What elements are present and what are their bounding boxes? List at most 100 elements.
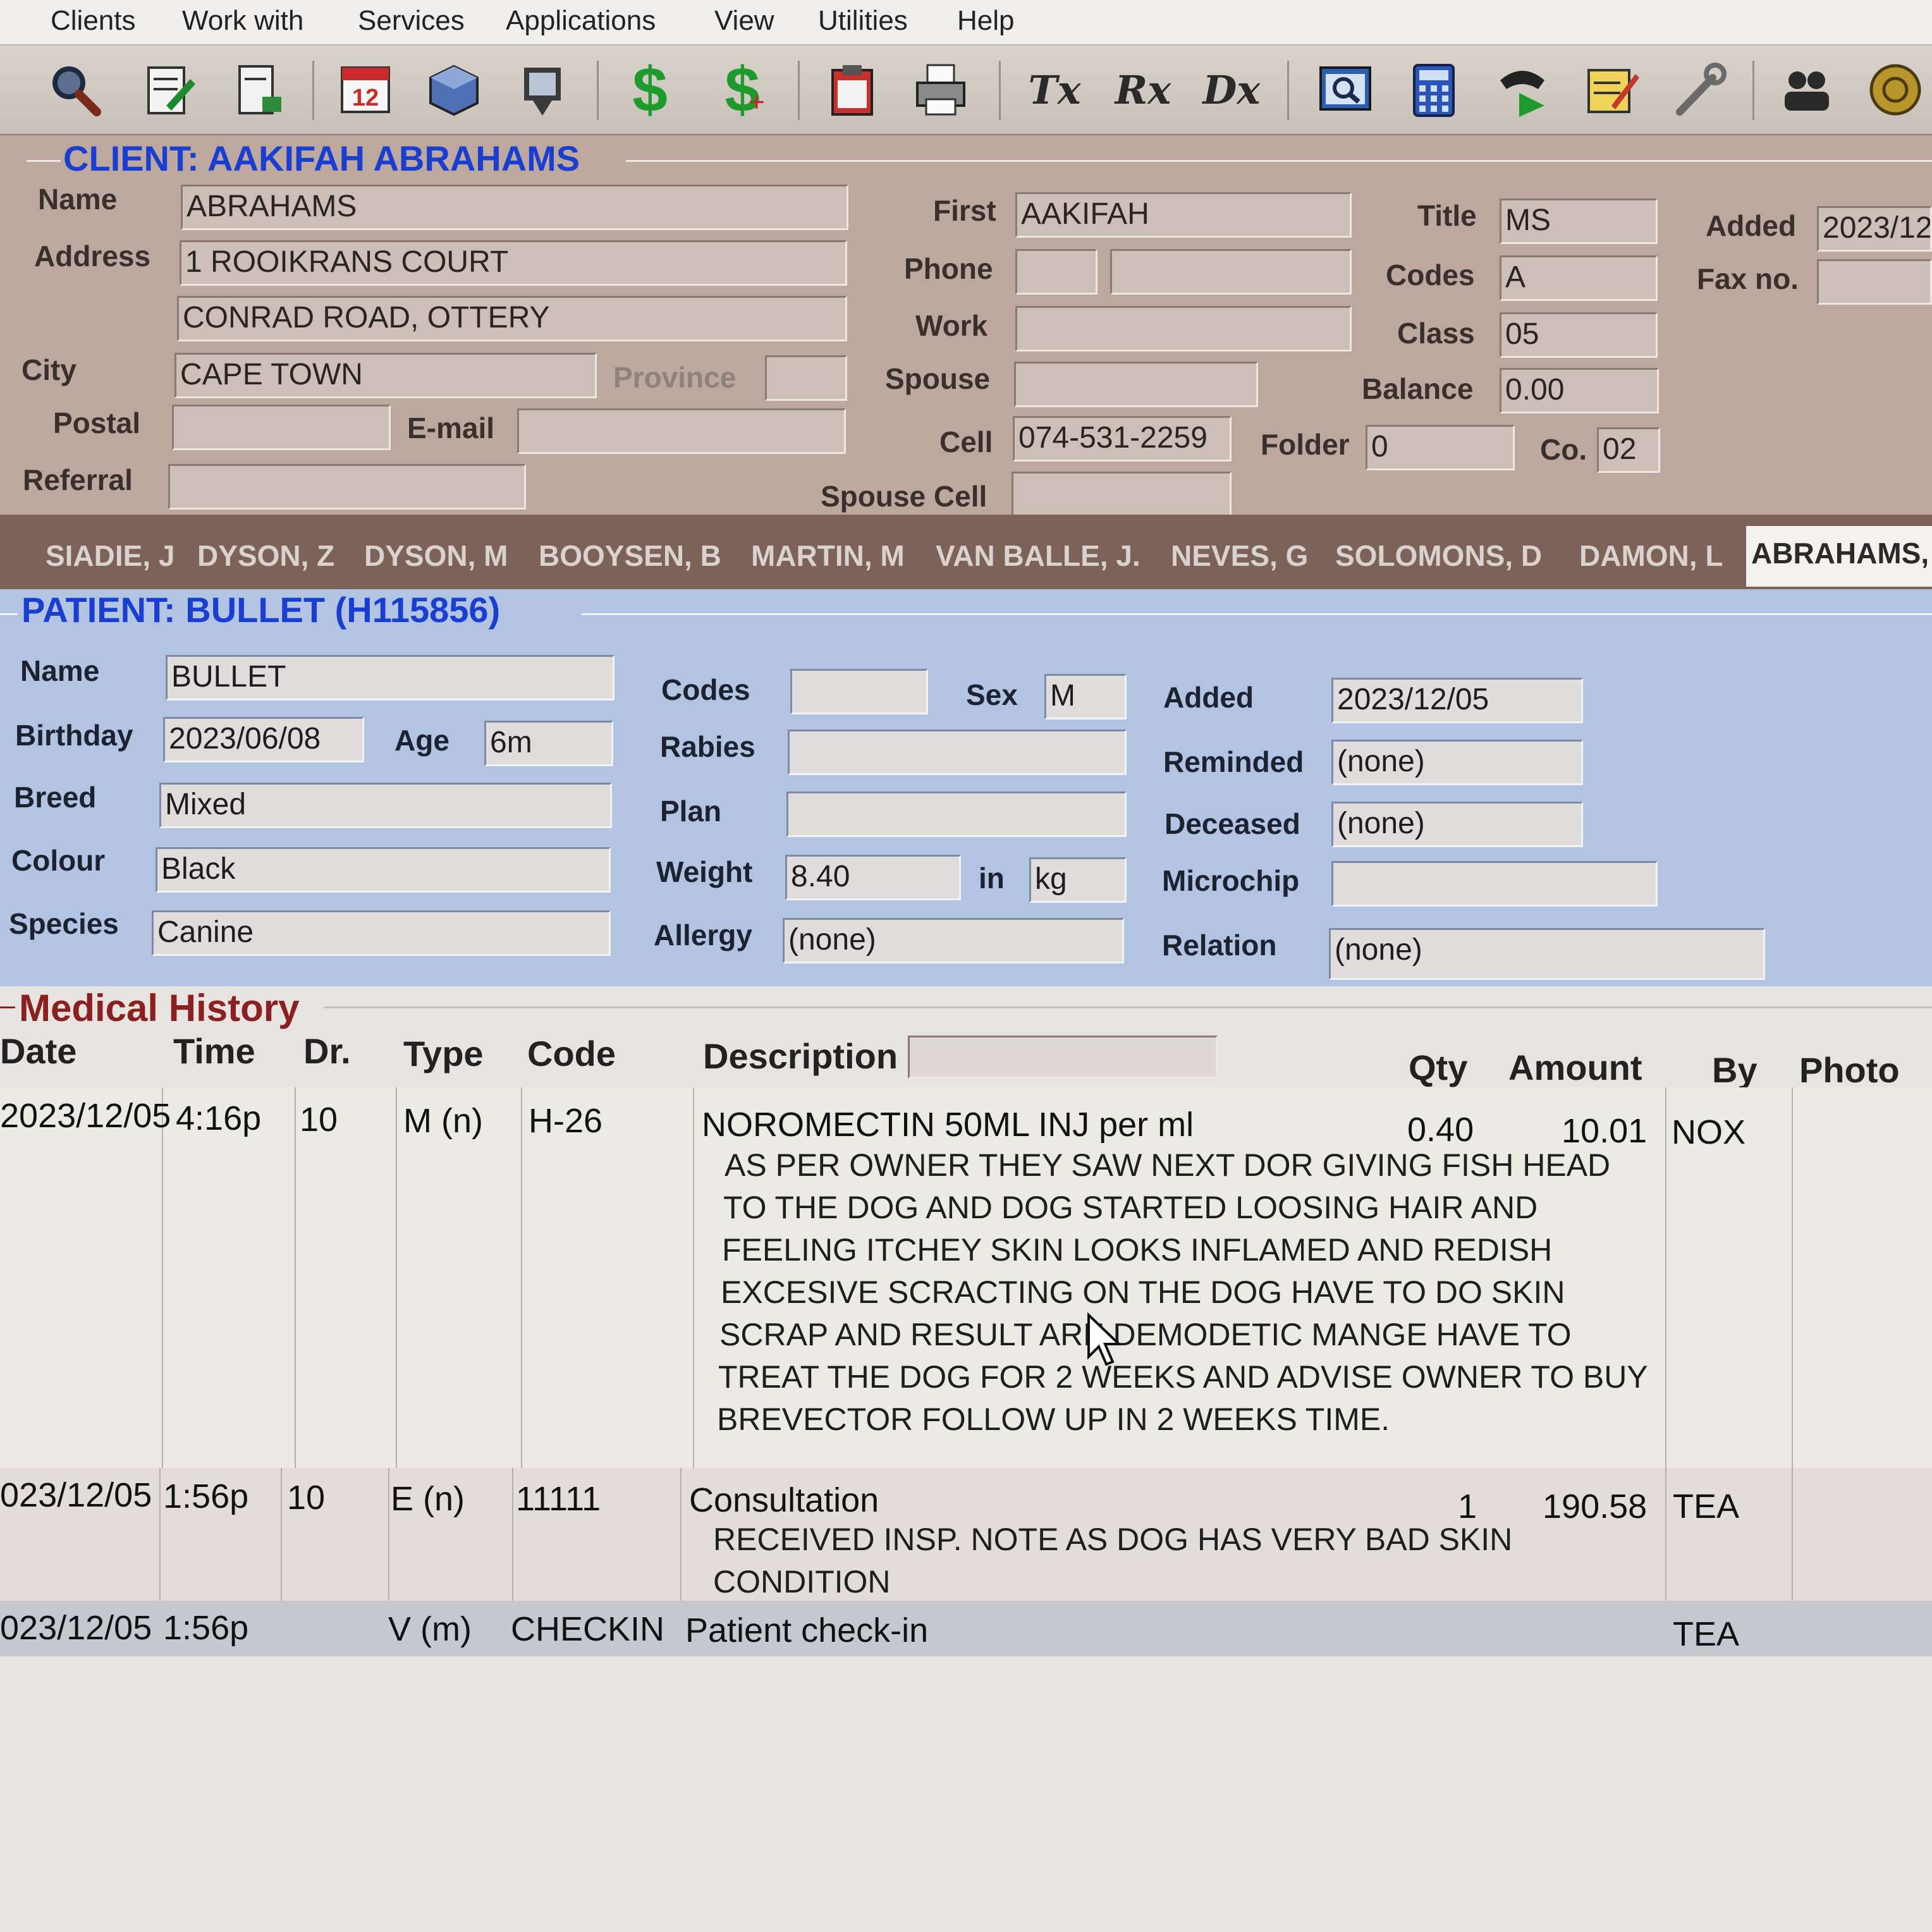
client-co-field[interactable]: 02 [1597,427,1660,473]
patient-sex-field[interactable]: M [1044,674,1127,719]
menu-utilities[interactable]: Utilities [818,5,908,37]
patient-codes-field[interactable] [790,669,928,714]
col-type[interactable]: Type [403,1033,484,1074]
client-folder-field[interactable]: 0 [1366,425,1515,470]
client-codes-field[interactable]: A [1500,255,1658,301]
patient-weight-unit-field[interactable]: kg [1029,857,1127,903]
client-spouse-field[interactable] [1014,362,1258,407]
coin-icon[interactable] [1865,59,1926,120]
patient-allergy-field[interactable]: (none) [783,918,1124,963]
client-first-field[interactable]: AAKIFAH [1015,192,1352,238]
patient-colour-field[interactable]: Black [156,847,611,893]
tab-martin[interactable]: MARTIN, M [746,529,910,583]
dollar-add-icon[interactable]: $ + [714,54,775,125]
tab-damon[interactable]: DAMON, L [1574,529,1728,583]
dollar-icon[interactable]: $ [620,54,680,125]
patient-added-field[interactable]: 2023/12/05 [1331,678,1583,723]
client-spouse-cell-field[interactable] [1012,472,1232,517]
tx-icon[interactable]: Tx [1024,59,1085,120]
tab-abrahams[interactable]: ABRAHAMS, [1746,526,1932,587]
description-filter-input[interactable] [908,1036,1218,1079]
calendar-icon[interactable]: 12 [335,59,396,120]
dx-icon[interactable]: Dx [1201,59,1262,120]
client-phone-area-field[interactable] [1015,249,1097,295]
client-work-label: Work [915,309,988,342]
patient-age-field[interactable]: 6m [484,721,613,766]
client-cell-field[interactable]: 074-531-2259 [1013,416,1232,462]
col-by[interactable]: By [1712,1049,1758,1091]
client-city-label: City [21,353,76,386]
menu-help[interactable]: Help [957,5,1015,37]
patient-birthday-label: Birthday [15,719,133,752]
phone-icon[interactable] [1492,59,1553,120]
col-code[interactable]: Code [527,1033,616,1074]
menu-work-with[interactable]: Work with [182,5,303,37]
patient-rabies-field[interactable] [788,730,1127,775]
col-time[interactable]: Time [173,1030,255,1072]
col-dr[interactable]: Dr. [303,1030,351,1072]
col-date[interactable]: Date [0,1030,76,1072]
rx-icon[interactable]: Rx [1113,59,1173,120]
note-icon[interactable] [1580,59,1641,120]
col-description[interactable]: Description [703,1036,898,1077]
client-class-field[interactable]: 05 [1500,312,1658,358]
patient-weight-field[interactable]: 8.40 [785,855,961,900]
table-row[interactable]: 2023/12/05 4:16p 10 M (n) H-26 NOROMECTI… [0,1087,1932,1468]
calculator-icon[interactable] [1403,59,1464,120]
search-icon[interactable] [44,59,105,120]
client-fax-field[interactable] [1817,259,1932,305]
menu-services[interactable]: Services [358,5,465,37]
patient-microchip-label: Microchip [1162,864,1300,897]
wrench-icon[interactable] [1669,59,1730,120]
tab-dyson-z[interactable]: DYSON, Z [192,529,339,583]
tab-siadie[interactable]: SIADIE, J [40,529,180,583]
client-folder-label: Folder [1261,428,1350,461]
col-qty[interactable]: Qty [1409,1047,1467,1088]
patient-breed-field[interactable]: Mixed [159,783,612,828]
client-referral-field[interactable] [168,464,526,510]
client-province-field[interactable] [765,355,847,401]
patient-plan-field[interactable] [786,792,1127,837]
tab-van-balle[interactable]: VAN BALLE, J. [931,529,1146,583]
tab-booysen[interactable]: BOOYSEN, B [534,529,726,583]
clipboard-icon[interactable] [822,59,883,120]
package-icon[interactable] [424,59,484,120]
menu-view[interactable]: View [714,5,774,37]
client-phone-field[interactable] [1110,249,1352,295]
tab-dyson-m[interactable]: DYSON, M [359,529,513,583]
menu-clients[interactable]: Clients [51,5,136,37]
client-added-field[interactable]: 2023/12 [1817,206,1932,252]
client-email-field[interactable] [517,408,846,454]
row-by: NOX [1672,1113,1746,1151]
tab-solomons[interactable]: SOLOMONS, D [1330,529,1547,583]
view-icon[interactable] [1315,59,1376,120]
edit-record-icon[interactable] [139,59,200,120]
menu-applications[interactable]: Applications [506,5,656,37]
patient-relation-field[interactable]: (none) [1329,928,1765,980]
row-code: H-26 [529,1102,603,1140]
client-postal-field[interactable] [172,405,391,450]
table-row[interactable]: 023/12/05 1:56p 10 E (n) 11111 Consultat… [0,1468,1932,1601]
patient-species-field[interactable]: Canine [152,910,611,956]
row-amount: 190.58 [1543,1488,1648,1525]
col-photo[interactable]: Photo [1799,1049,1900,1091]
client-name-field[interactable]: ABRAHAMS [181,185,848,230]
tab-neves[interactable]: NEVES, G [1166,529,1313,583]
patient-microchip-field[interactable] [1331,861,1658,907]
col-amount[interactable]: Amount [1508,1047,1642,1088]
client-address1-field[interactable]: 1 ROOIKRANS COURT [180,240,847,286]
patient-birthday-field[interactable]: 2023/06/08 [163,717,364,762]
client-work-field[interactable] [1015,306,1352,352]
client-city-field[interactable]: CAPE TOWN [174,353,597,398]
patient-name-field[interactable]: BULLET [166,655,614,700]
tag-icon[interactable] [512,59,573,120]
patient-reminded-field[interactable]: (none) [1331,740,1583,785]
table-row[interactable]: 023/12/05 1:56p V (m) CHECKIN Patient ch… [0,1601,1932,1656]
client-balance-field[interactable]: 0.00 [1500,368,1659,413]
printer-icon[interactable] [910,59,971,120]
patient-deceased-field[interactable]: (none) [1331,802,1583,847]
client-address2-field[interactable]: CONRAD ROAD, OTTERY [177,296,847,341]
client-title-field[interactable]: MS [1500,199,1658,244]
new-document-icon[interactable] [228,59,288,120]
people-icon[interactable] [1776,59,1837,120]
